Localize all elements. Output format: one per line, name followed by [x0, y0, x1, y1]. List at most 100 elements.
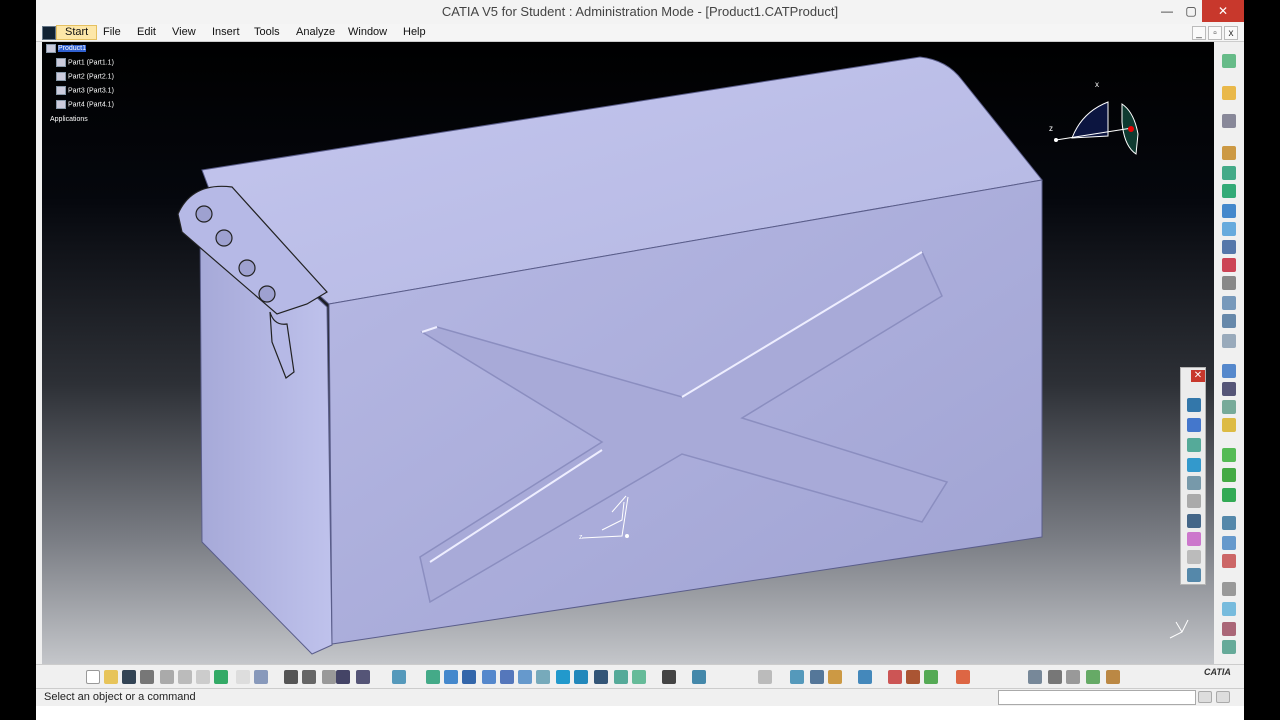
- bom-icon[interactable]: [1187, 550, 1201, 564]
- coincidence-icon[interactable]: [1222, 488, 1236, 502]
- update-all-icon[interactable]: [758, 670, 772, 684]
- standard-parts-icon[interactable]: [906, 670, 920, 684]
- isometric-view-icon[interactable]: [574, 670, 588, 684]
- menu-edit[interactable]: Edit: [137, 26, 156, 38]
- annotation-icon[interactable]: [1187, 494, 1201, 508]
- catalog-browser-icon[interactable]: [336, 670, 350, 684]
- window-minimize-button[interactable]: —: [1154, 0, 1180, 22]
- save-icon[interactable]: [122, 670, 136, 684]
- parameter-icon[interactable]: [1048, 670, 1062, 684]
- tree-node-applications[interactable]: Applications: [50, 116, 88, 123]
- new-part-icon[interactable]: [1222, 204, 1236, 218]
- copy-icon[interactable]: [178, 670, 192, 684]
- 3d-viewport[interactable]: x z z Product1 Part1 (Part1.1) Part2 (Pa…: [42, 42, 1214, 664]
- document-restore-button[interactable]: ▫: [1208, 26, 1222, 40]
- tree-node-part4[interactable]: Part4 (Part4.1): [56, 100, 114, 109]
- contact-icon[interactable]: [1222, 516, 1236, 530]
- ammo-box-model[interactable]: [42, 42, 1214, 664]
- knowledge-icon[interactable]: [302, 670, 316, 684]
- distance-icon[interactable]: [1187, 458, 1201, 472]
- shading-icon[interactable]: [594, 670, 608, 684]
- sticky-note-icon[interactable]: [1106, 670, 1120, 684]
- menu-window[interactable]: Window: [348, 26, 387, 38]
- publication-icon[interactable]: [924, 670, 938, 684]
- power-input-field[interactable]: [998, 690, 1196, 705]
- tree-node-part2[interactable]: Part2 (Part2.1): [56, 72, 114, 81]
- capture-icon[interactable]: [662, 670, 676, 684]
- check-icon[interactable]: [1086, 670, 1100, 684]
- pan-icon[interactable]: [462, 670, 476, 684]
- scene-icon[interactable]: [1187, 514, 1201, 528]
- select-arrow-icon[interactable]: [1222, 86, 1236, 100]
- explode-icon[interactable]: [1222, 400, 1236, 414]
- law-icon[interactable]: [322, 670, 336, 684]
- hide-show-icon[interactable]: [614, 670, 628, 684]
- fix-icon[interactable]: [1222, 582, 1236, 596]
- manage-representations-icon[interactable]: [1222, 296, 1236, 310]
- clash-icon[interactable]: [1187, 418, 1201, 432]
- compare-icon[interactable]: [1187, 476, 1201, 490]
- floating-toolbar-close-icon[interactable]: ✕: [1191, 370, 1205, 382]
- snap-constraint-icon[interactable]: [1222, 382, 1236, 396]
- stop-manipulate-icon[interactable]: [1222, 418, 1236, 432]
- existing-component-icon[interactable]: [1222, 146, 1236, 160]
- replace-component-icon[interactable]: [1222, 222, 1236, 236]
- flexible-subassembly-icon[interactable]: [1222, 640, 1236, 654]
- catia-app-icon[interactable]: [42, 26, 56, 40]
- whats-this-icon[interactable]: [254, 670, 268, 684]
- menu-view[interactable]: View: [172, 26, 196, 38]
- swap-space-icon[interactable]: [632, 670, 646, 684]
- rotate-icon[interactable]: [482, 670, 496, 684]
- tree-node-part3[interactable]: Part3 (Part3.1): [56, 86, 114, 95]
- title-bar[interactable]: CATIA V5 for Student : Administration Mo…: [36, 0, 1244, 24]
- menu-analyze[interactable]: Analyze: [296, 26, 335, 38]
- zoom-in-icon[interactable]: [500, 670, 514, 684]
- menu-start[interactable]: Start: [56, 25, 98, 40]
- tree-collapse-icon[interactable]: [810, 670, 824, 684]
- zoom-out-icon[interactable]: [518, 670, 532, 684]
- fix-together-icon[interactable]: [1222, 602, 1236, 616]
- menu-file[interactable]: File: [103, 26, 121, 38]
- open-file-icon[interactable]: [104, 670, 118, 684]
- multi-instantiation-icon[interactable]: [1222, 314, 1236, 328]
- snap-icon[interactable]: [1222, 114, 1236, 128]
- sectioning-icon[interactable]: [1187, 438, 1201, 452]
- offset-icon[interactable]: [1222, 536, 1236, 550]
- enhanced-scene-icon[interactable]: [1187, 532, 1201, 546]
- tree-node-part1[interactable]: Part1 (Part1.1): [56, 58, 114, 67]
- sketcher-icon[interactable]: [1222, 54, 1236, 68]
- menu-help[interactable]: Help: [403, 26, 426, 38]
- space-analysis-icon[interactable]: [790, 670, 804, 684]
- new-component-icon[interactable]: [1222, 166, 1236, 180]
- cut-icon[interactable]: [160, 670, 174, 684]
- product-management-icon[interactable]: [692, 670, 706, 684]
- scenes-icon[interactable]: [828, 670, 842, 684]
- print-icon[interactable]: [140, 670, 154, 684]
- selective-load-icon[interactable]: [1222, 276, 1236, 290]
- design-table-icon[interactable]: [356, 670, 370, 684]
- measure-icon[interactable]: [1187, 398, 1201, 412]
- grid-snap-icon[interactable]: [956, 670, 970, 684]
- normal-view-icon[interactable]: [536, 670, 550, 684]
- fly-mode-icon[interactable]: [426, 670, 440, 684]
- fast-multi-instantiation-icon[interactable]: [1222, 334, 1236, 348]
- window-maximize-button[interactable]: ▢: [1180, 0, 1202, 22]
- formula-icon[interactable]: [284, 670, 298, 684]
- panel-close-icon[interactable]: [1216, 691, 1230, 703]
- compass-widget[interactable]: [1054, 101, 1139, 155]
- new-product-icon[interactable]: [1222, 184, 1236, 198]
- catalog-components-icon[interactable]: [888, 670, 902, 684]
- document-minimize-button[interactable]: _: [1192, 26, 1206, 40]
- graph-tree-reorder-icon[interactable]: [1222, 240, 1236, 254]
- undo-icon[interactable]: [214, 670, 228, 684]
- document-close-button[interactable]: x: [1224, 26, 1238, 40]
- axis-system-icon[interactable]: [1028, 670, 1042, 684]
- paste-icon[interactable]: [196, 670, 210, 684]
- catalog-icon[interactable]: [1187, 568, 1201, 582]
- floating-toolbar[interactable]: ✕: [1180, 367, 1206, 585]
- manipulation-icon[interactable]: [1222, 364, 1236, 378]
- generate-numbering-icon[interactable]: [1222, 258, 1236, 272]
- menu-insert[interactable]: Insert: [212, 26, 240, 38]
- apply-material-icon[interactable]: [858, 670, 872, 684]
- grid-icon[interactable]: [392, 670, 406, 684]
